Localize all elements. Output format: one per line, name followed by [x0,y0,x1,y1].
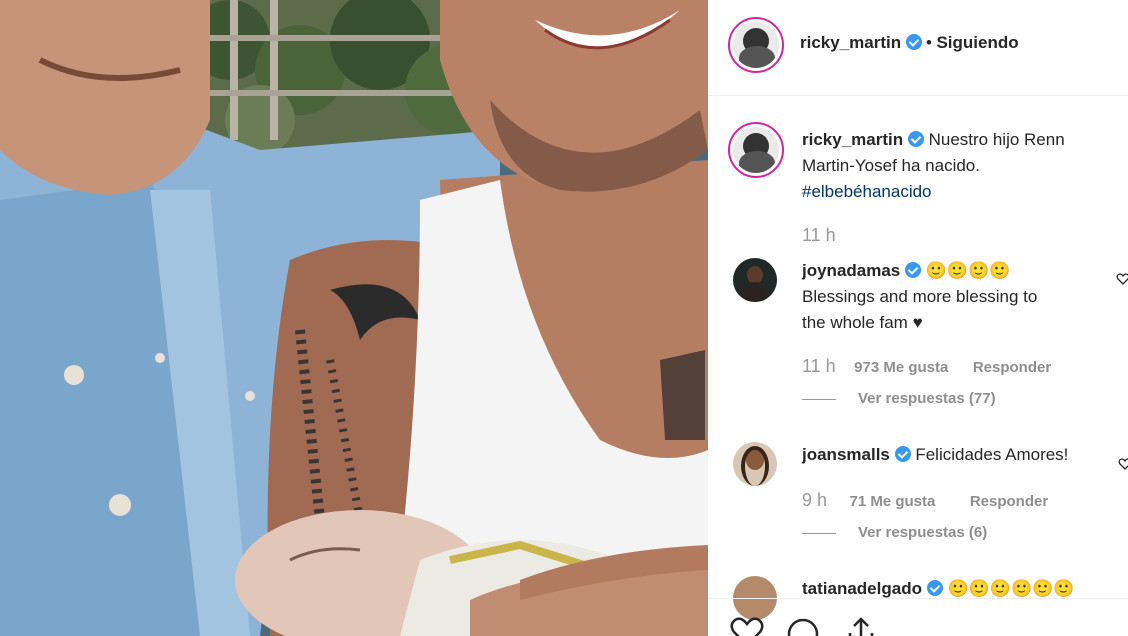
caption-username[interactable]: ricky_martin [802,130,903,149]
comment-username[interactable]: joansmalls [802,445,890,464]
reply-button[interactable]: Responder [973,359,1051,376]
verified-icon [926,580,943,596]
action-bar [708,598,1128,636]
caption-hashtag[interactable]: #elbebéhanacido [802,179,1112,205]
replies-line [802,532,836,534]
comment-time: 11 h [802,356,836,376]
comment-meta: 9 h 71 Me gusta Responder [802,490,1048,511]
comment-username[interactable]: tatianadelgado [802,579,922,598]
share-icon[interactable] [844,615,878,636]
caption-line-2: Martin-Yosef ha nacido. [802,156,980,175]
comment-line-1: Blessings and more blessing to [802,287,1038,306]
view-replies-label[interactable]: Ver respuestas (6) [858,524,987,541]
comment-time: 9 h [802,490,828,510]
comment-body: Felicidades Amores! [915,445,1069,464]
comment-likes[interactable]: 71 Me gusta [849,493,935,510]
comment-meta: 11 h 973 Me gusta Responder [802,356,1051,377]
header-separator: • [926,33,932,52]
like-heart-icon[interactable] [730,617,764,636]
photo-illustration [0,0,708,636]
caption-text: ricky_martin Nuestro hijo Renn Martin-Yo… [802,127,1112,205]
comment-icon[interactable] [786,617,820,636]
caption-line-1: Nuestro hijo Renn [928,130,1065,149]
verified-icon [905,262,921,278]
comment-emoji: 🙂🙂🙂🙂🙂🙂 [947,579,1075,598]
caption-avatar[interactable] [728,122,784,178]
reply-button[interactable]: Responder [970,493,1048,510]
header-user-line: ricky_martin • Siguiendo [800,33,1019,53]
verified-icon [907,131,924,147]
comment-text: joansmalls Felicidades Amores! [802,442,1128,468]
caption-time: 11 h [802,225,836,245]
comment-emoji: 🙂🙂🙂🙂 [925,261,1011,280]
comment-avatar[interactable] [733,442,777,486]
comment-text: joynadamas 🙂🙂🙂🙂 Blessings and more bless… [802,258,1102,336]
view-replies-label[interactable]: Ver respuestas (77) [858,390,996,407]
follow-status-button[interactable]: Siguiendo [936,33,1018,52]
comment-line-2: the whole fam [802,313,908,332]
black-heart-emoji: ♥ [912,313,923,332]
comment-avatar[interactable] [733,258,777,302]
comment-username[interactable]: joynadamas [802,261,900,280]
post-header: ricky_martin • Siguiendo [708,0,1128,96]
like-heart-icon[interactable] [1118,457,1128,471]
verified-icon [894,446,911,462]
author-avatar[interactable] [728,17,784,73]
verified-icon [905,34,922,50]
like-heart-icon[interactable] [1116,272,1128,286]
comment-likes[interactable]: 973 Me gusta [854,359,948,376]
post-sidebar: ricky_martin • Siguiendo ricky_martin Nu… [708,0,1128,636]
replies-line [802,398,836,400]
view-replies[interactable]: Ver respuestas (6) [802,524,987,541]
post-photo[interactable] [0,0,708,636]
view-replies[interactable]: Ver respuestas (77) [802,390,996,407]
header-username[interactable]: ricky_martin [800,33,901,52]
